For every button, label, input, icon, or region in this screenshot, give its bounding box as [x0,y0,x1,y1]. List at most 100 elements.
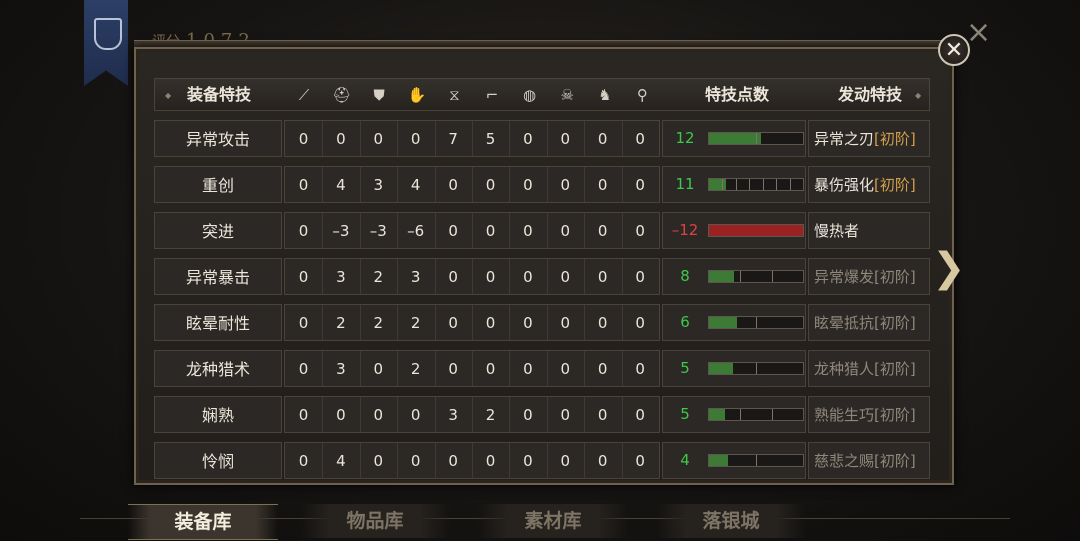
cell-separator [546,397,548,432]
row-active-skill: 暴伤强化[初阶] [808,166,930,203]
equip-value-cell: 0 [523,360,533,378]
cell-separator [546,213,548,248]
table-row[interactable]: 异常暴击 0 3 2 3 0 0 0 0 0 0 8 异常爆发[初阶] [154,258,930,295]
equip-value-cell: 0 [597,130,608,148]
equip-value-cell: 0 [597,222,608,240]
progress-fill [709,225,803,236]
progress-tick [762,179,764,190]
equip-value-cell: 0 [485,176,496,194]
row-equipment-values: 0 2 2 2 0 0 0 0 0 0 [284,304,660,341]
skill-name: 龙种猎人 [814,360,875,378]
progress-fill [709,133,761,144]
cell-separator [472,259,473,294]
cell-separator [322,259,324,294]
table-row[interactable]: 异常攻击 0 0 0 0 7 5 0 0 0 0 12 异常之刃[初阶] [154,120,930,157]
cell-separator [397,121,399,156]
equip-value-cell: 0 [485,268,496,286]
cell-separator [546,167,548,202]
cell-separator [322,351,324,386]
progress-tick [749,179,751,190]
tab-material-storage[interactable]: 素材库 [478,504,628,538]
background-close-icon[interactable]: × [966,18,991,48]
equip-value-cell: 0 [597,406,608,424]
cell-separator [584,167,586,202]
skill-tier: [初阶] [874,452,916,470]
close-button[interactable]: ✕ [938,34,970,66]
skill-name: 异常之刃 [814,130,875,148]
skill-tier: [初阶] [874,176,916,194]
tab-item-storage[interactable]: 物品库 [300,504,450,538]
guild-banner[interactable] [84,0,128,86]
next-page-arrow-icon[interactable]: ❯ [932,248,966,288]
progress-tick [756,317,757,328]
tab-equipment-storage[interactable]: 装备库 [128,504,278,540]
skill-name: 慈悲之赐 [814,452,875,470]
row-equipment-values: 0 0 0 0 7 5 0 0 0 0 [284,120,660,157]
equip-value-cell: 0 [560,406,571,424]
cell-separator [509,213,511,248]
cell-separator [621,121,623,156]
equip-value-cell: 0 [448,268,458,286]
equip-value-cell: –6 [407,222,425,240]
equip-value-cell: 0 [298,268,309,286]
equip-value-cell: 0 [448,222,458,240]
row-points: 5 [662,396,806,433]
table-row[interactable]: 重创 0 4 3 4 0 0 0 0 0 0 11 暴伤强化[初阶] [154,166,930,203]
row-skill-name: 异常攻击 [154,120,282,157]
cell-separator [621,351,623,386]
points-progress-bar [708,178,804,191]
table-row[interactable]: 怜悯 0 4 0 0 0 0 0 0 0 0 4 慈悲之赐[初阶] [154,442,930,479]
table-row[interactable]: 娴熟 0 0 0 0 3 2 0 0 0 0 5 熟能生巧[初阶] [154,396,930,433]
cell-separator [359,397,361,432]
equip-value-cell: 0 [523,452,533,470]
cell-separator [621,397,623,432]
equip-value-cell: 0 [373,452,384,470]
skill-tier: [初阶] [874,268,916,286]
cell-separator [397,213,399,248]
equip-value-cell: 0 [635,314,645,332]
cell-separator [397,305,399,340]
table-row[interactable]: 龙种猎术 0 3 0 2 0 0 0 0 0 0 5 龙种猎人[初阶] [154,350,930,387]
equip-value-cell: 0 [523,176,533,194]
equip-value-cell: 0 [410,130,421,148]
cell-separator [509,259,511,294]
table-row[interactable]: 突进 0 –3 –3 –6 0 0 0 0 0 0 –12 慢热者 [154,212,930,249]
table-row[interactable]: 眩晕耐性 0 2 2 2 0 0 0 0 0 0 6 眩晕抵抗[初阶] [154,304,930,341]
cell-separator [322,397,324,432]
equip-value-cell: 0 [298,222,309,240]
cell-separator [584,397,586,432]
skill-name: 异常爆发 [814,268,875,286]
cell-separator [359,351,361,386]
tab-luoyin-city[interactable]: 落银城 [656,504,806,538]
beast-mask-icon: ☠ [560,86,574,104]
cell-separator [509,121,511,156]
row-skill-name: 重创 [154,166,282,203]
equip-value-cell: 0 [560,130,571,148]
row-active-skill: 异常之刃[初阶] [808,120,930,157]
cell-separator [621,443,623,478]
equip-value-cell: 4 [410,176,421,194]
cell-separator [621,167,623,202]
cell-separator [621,259,623,294]
table-header: ◆ 装备特技 ⟋ ⛑ ⛊ ✋ ⧖ ⌐ ◍ ☠ ♞ ⚲ 特技点数 发动特技 ◆ [154,78,930,111]
row-equipment-values: 0 4 0 0 0 0 0 0 0 0 [284,442,660,479]
cell-separator [472,305,473,340]
cell-separator [359,305,361,340]
progress-tick [740,271,742,282]
skill-name: 熟能生巧 [814,406,875,424]
skill-tier: [初阶] [874,314,916,332]
equip-value-cell: 0 [485,452,496,470]
cell-separator [509,443,511,478]
equip-value-cell: 0 [298,406,309,424]
equip-value-cell: 3 [336,360,346,378]
equip-value-cell: 0 [485,314,496,332]
cell-separator [322,443,324,478]
gauntlet-icon: ✋ [407,86,427,104]
progress-tick [735,179,737,190]
equip-value-cell: 0 [410,452,421,470]
progress-fill [709,409,725,420]
progress-tick [771,409,773,420]
cell-separator [397,259,399,294]
cell-separator [397,167,399,202]
cell-separator [434,259,436,294]
